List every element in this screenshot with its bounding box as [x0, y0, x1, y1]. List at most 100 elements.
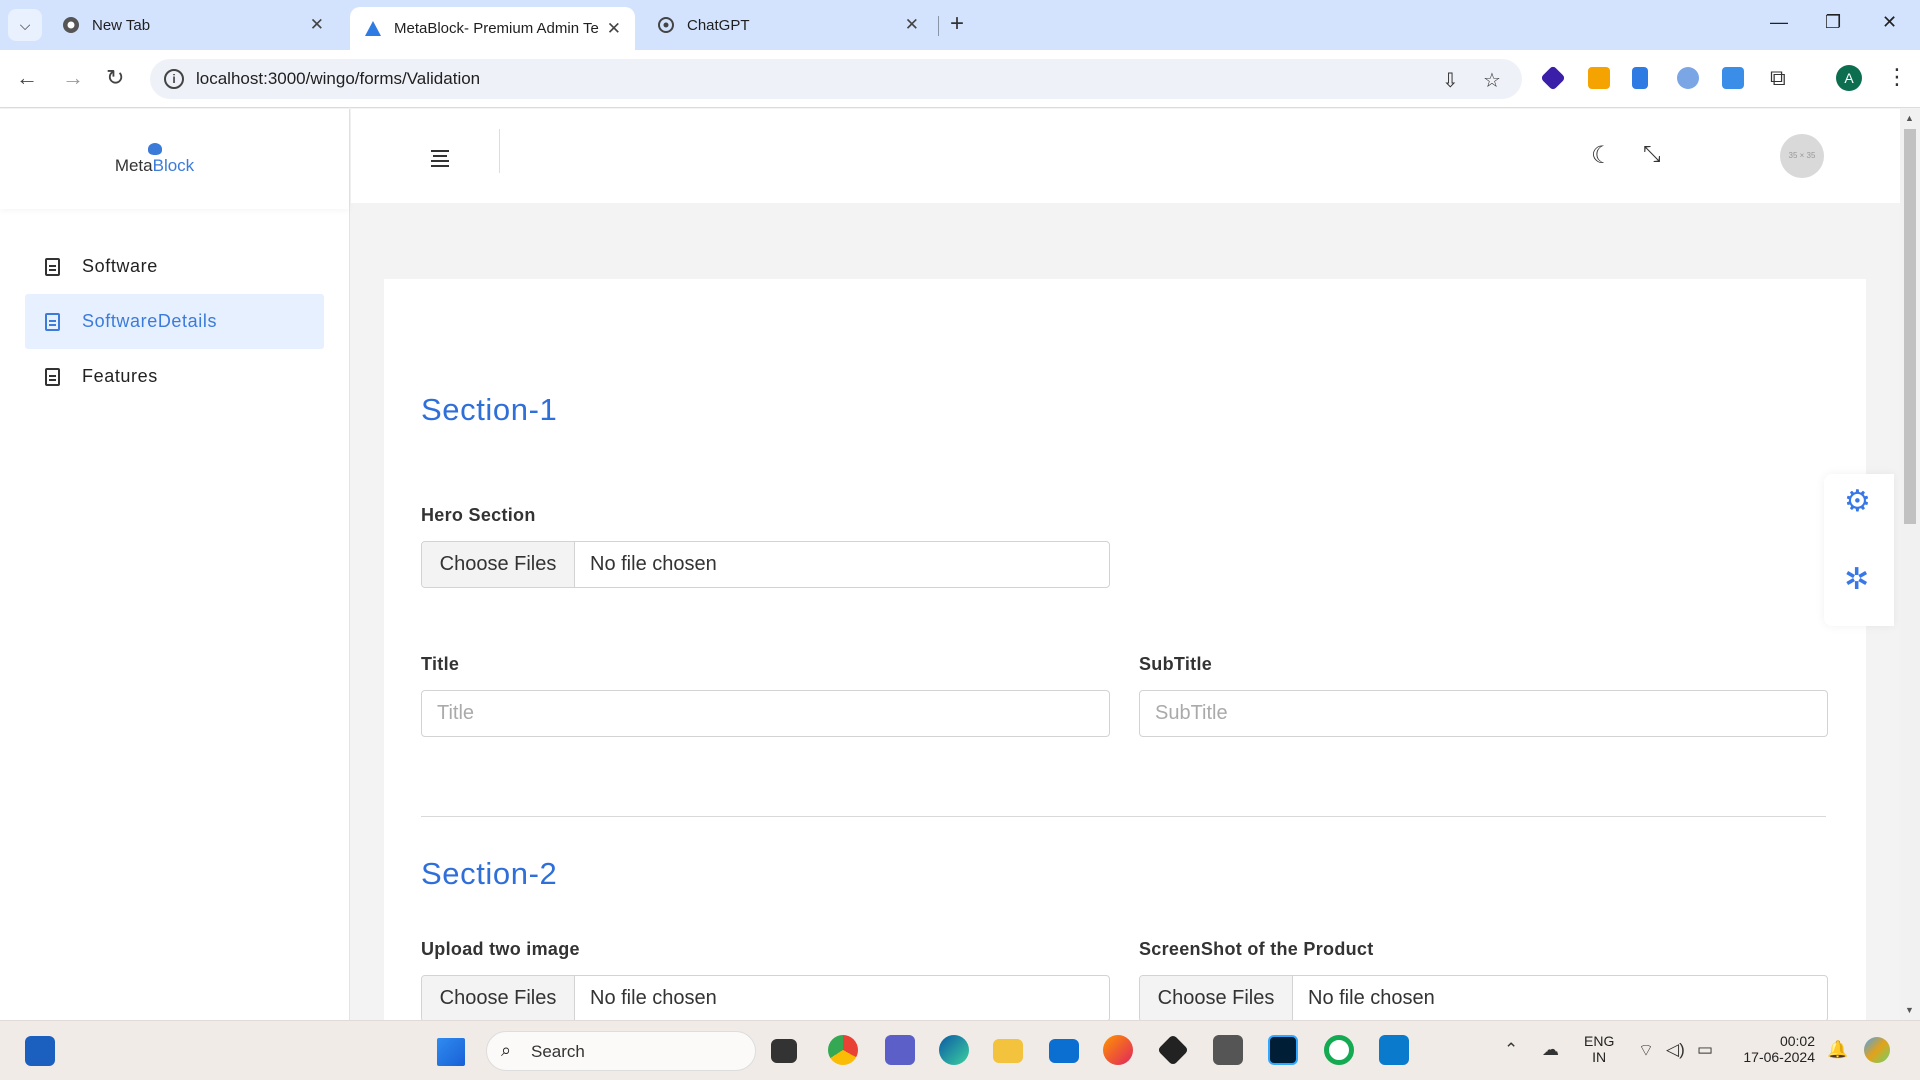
- photoshop-icon[interactable]: [1268, 1035, 1298, 1065]
- forward-icon[interactable]: →: [62, 66, 84, 90]
- browser-toolbar: ← → ↻ i localhost:3000/wingo/forms/Valid…: [0, 50, 1920, 108]
- url-text[interactable]: localhost:3000/wingo/forms/Validation: [196, 69, 480, 89]
- upload-two-image-label: Upload two image: [421, 939, 580, 959]
- language-indicator[interactable]: ENG IN: [1584, 1033, 1614, 1065]
- tab-title: ChatGPT: [687, 16, 750, 34]
- chatgpt-icon: [657, 16, 675, 34]
- scroll-up-icon[interactable]: ▲: [1905, 113, 1914, 123]
- amazon-icon[interactable]: [1213, 1035, 1243, 1065]
- moon-icon[interactable]: ☾: [1591, 141, 1613, 170]
- close-icon[interactable]: ✕: [607, 19, 621, 39]
- close-icon[interactable]: ✕: [310, 15, 324, 35]
- metablock-logo[interactable]: MetaBlock: [114, 142, 195, 176]
- edge-icon[interactable]: [939, 1035, 969, 1065]
- browser-tabbar: ⌵ New Tab ✕ MetaBlock- Premium Admin Te …: [0, 0, 1920, 50]
- tab-title: New Tab: [92, 16, 151, 34]
- hero-section-file-input[interactable]: Choose Files No file chosen: [421, 541, 1110, 588]
- tab-new-tab[interactable]: New Tab ✕: [48, 7, 338, 43]
- wifi-icon[interactable]: ⌔: [1638, 1040, 1654, 1061]
- tab-title: MetaBlock- Premium Admin Te: [394, 20, 599, 37]
- fullscreen-exit-icon[interactable]: ⤡: [1643, 141, 1661, 167]
- search-icon: ⌕: [501, 1040, 512, 1060]
- sidebar-item-softwaredetails[interactable]: SoftwareDetails: [25, 294, 324, 349]
- subtitle-input[interactable]: [1139, 690, 1828, 737]
- tray-chevron-up-icon[interactable]: ⌃: [1504, 1040, 1518, 1060]
- app-header: ☾ ⤡ 35 × 35: [351, 109, 1900, 203]
- close-window-icon[interactable]: ✕: [1882, 12, 1897, 33]
- scrollbar-thumb[interactable]: [1904, 129, 1916, 524]
- file-status: No file chosen: [590, 987, 717, 1009]
- windows-taskbar: ⌕ Search ⌃ ☁ ENG IN ⌔ ◁) ▭ 00:02 17-06-2…: [0, 1020, 1920, 1080]
- section-divider: [421, 816, 1826, 817]
- teams-icon[interactable]: [885, 1035, 915, 1065]
- chrome-taskbar-icon[interactable]: [828, 1035, 858, 1065]
- notification-bell-icon[interactable]: 🔔: [1827, 1040, 1848, 1060]
- sidebar-item-label: Features: [82, 366, 158, 386]
- install-app-icon[interactable]: ⇩: [1442, 68, 1459, 93]
- extension-icon[interactable]: [1722, 67, 1744, 89]
- hamburger-menu-icon[interactable]: [431, 150, 449, 170]
- file-explorer-icon[interactable]: [993, 1039, 1023, 1063]
- file-status: No file chosen: [590, 553, 717, 575]
- clock[interactable]: 00:02 17-06-2024: [1735, 1033, 1815, 1065]
- bookmark-star-icon[interactable]: ☆: [1483, 68, 1501, 93]
- palette-icon[interactable]: ✲: [1844, 562, 1869, 597]
- reload-icon[interactable]: ↻: [106, 66, 124, 90]
- form-card: Section-1 Hero Section Choose Files No f…: [384, 279, 1866, 1039]
- user-avatar[interactable]: 35 × 35: [1780, 134, 1824, 178]
- screenshot-label: ScreenShot of the Product: [1139, 939, 1374, 959]
- copilot-icon[interactable]: [1864, 1037, 1890, 1063]
- extension-icon[interactable]: [1677, 67, 1699, 89]
- windows-start-icon[interactable]: [437, 1038, 465, 1066]
- document-icon: [45, 367, 60, 386]
- tab-metablock[interactable]: MetaBlock- Premium Admin Te ✕: [350, 7, 635, 50]
- hero-section-label: Hero Section: [421, 505, 536, 525]
- extension-icon[interactable]: [1540, 65, 1566, 91]
- firefox-icon[interactable]: [1103, 1035, 1133, 1065]
- minimize-icon[interactable]: —: [1770, 12, 1788, 33]
- page-scrollbar[interactable]: ▲ ▼: [1900, 109, 1920, 1020]
- widgets-icon[interactable]: [25, 1036, 55, 1066]
- upload-two-image-file-input[interactable]: Choose Files No file chosen: [421, 975, 1110, 1022]
- volume-icon[interactable]: ◁): [1666, 1040, 1685, 1060]
- taskbar-search[interactable]: ⌕ Search: [486, 1031, 756, 1071]
- choose-files-button[interactable]: Choose Files: [422, 542, 575, 587]
- title-input[interactable]: [421, 690, 1110, 737]
- choose-files-button[interactable]: Choose Files: [422, 976, 575, 1021]
- menu-kebab-icon[interactable]: ⋮: [1886, 64, 1908, 90]
- sidebar-item-features[interactable]: Features: [25, 349, 324, 404]
- logo-mark-icon: [147, 142, 162, 155]
- gear-icon[interactable]: ⚙: [1844, 484, 1871, 519]
- vscode-icon[interactable]: [1379, 1035, 1409, 1065]
- title-label: Title: [421, 654, 460, 674]
- close-icon[interactable]: ✕: [905, 15, 919, 35]
- tab-search-button[interactable]: ⌵: [8, 9, 42, 41]
- metablock-icon: [364, 20, 382, 38]
- new-tab-icon[interactable]: +: [950, 12, 964, 36]
- logo-area: MetaBlock: [0, 109, 349, 209]
- mail-icon[interactable]: [1049, 1039, 1079, 1063]
- header-divider: [499, 129, 500, 173]
- onedrive-cloud-icon[interactable]: ☁: [1542, 1040, 1559, 1060]
- puzzle-icon[interactable]: ⧉: [1770, 65, 1786, 91]
- tab-chatgpt[interactable]: ChatGPT ✕: [643, 7, 933, 43]
- mongodb-icon[interactable]: [1324, 1035, 1354, 1065]
- logo-text: MetaBlock: [114, 155, 195, 175]
- battery-icon[interactable]: ▭: [1697, 1040, 1713, 1060]
- restore-icon[interactable]: ❐: [1825, 12, 1841, 33]
- extension-icon[interactable]: [1588, 67, 1610, 89]
- address-bar[interactable]: i localhost:3000/wingo/forms/Validation …: [150, 59, 1522, 99]
- back-icon[interactable]: ←: [16, 66, 38, 90]
- dropbox-icon[interactable]: [1157, 1034, 1189, 1066]
- sidebar-item-software[interactable]: Software: [25, 239, 324, 294]
- extension-icon[interactable]: [1632, 67, 1648, 89]
- scroll-down-icon[interactable]: ▼: [1905, 1005, 1914, 1015]
- task-view-icon[interactable]: [771, 1039, 797, 1063]
- screenshot-file-input[interactable]: Choose Files No file chosen: [1139, 975, 1828, 1022]
- choose-files-button[interactable]: Choose Files: [1140, 976, 1293, 1021]
- profile-avatar[interactable]: A: [1836, 65, 1862, 91]
- sidebar-nav: Software SoftwareDetails Features: [0, 209, 349, 434]
- floating-settings-panel: ⚙ ✲: [1824, 474, 1894, 626]
- site-info-icon[interactable]: i: [164, 69, 184, 89]
- chrome-icon: [62, 16, 80, 34]
